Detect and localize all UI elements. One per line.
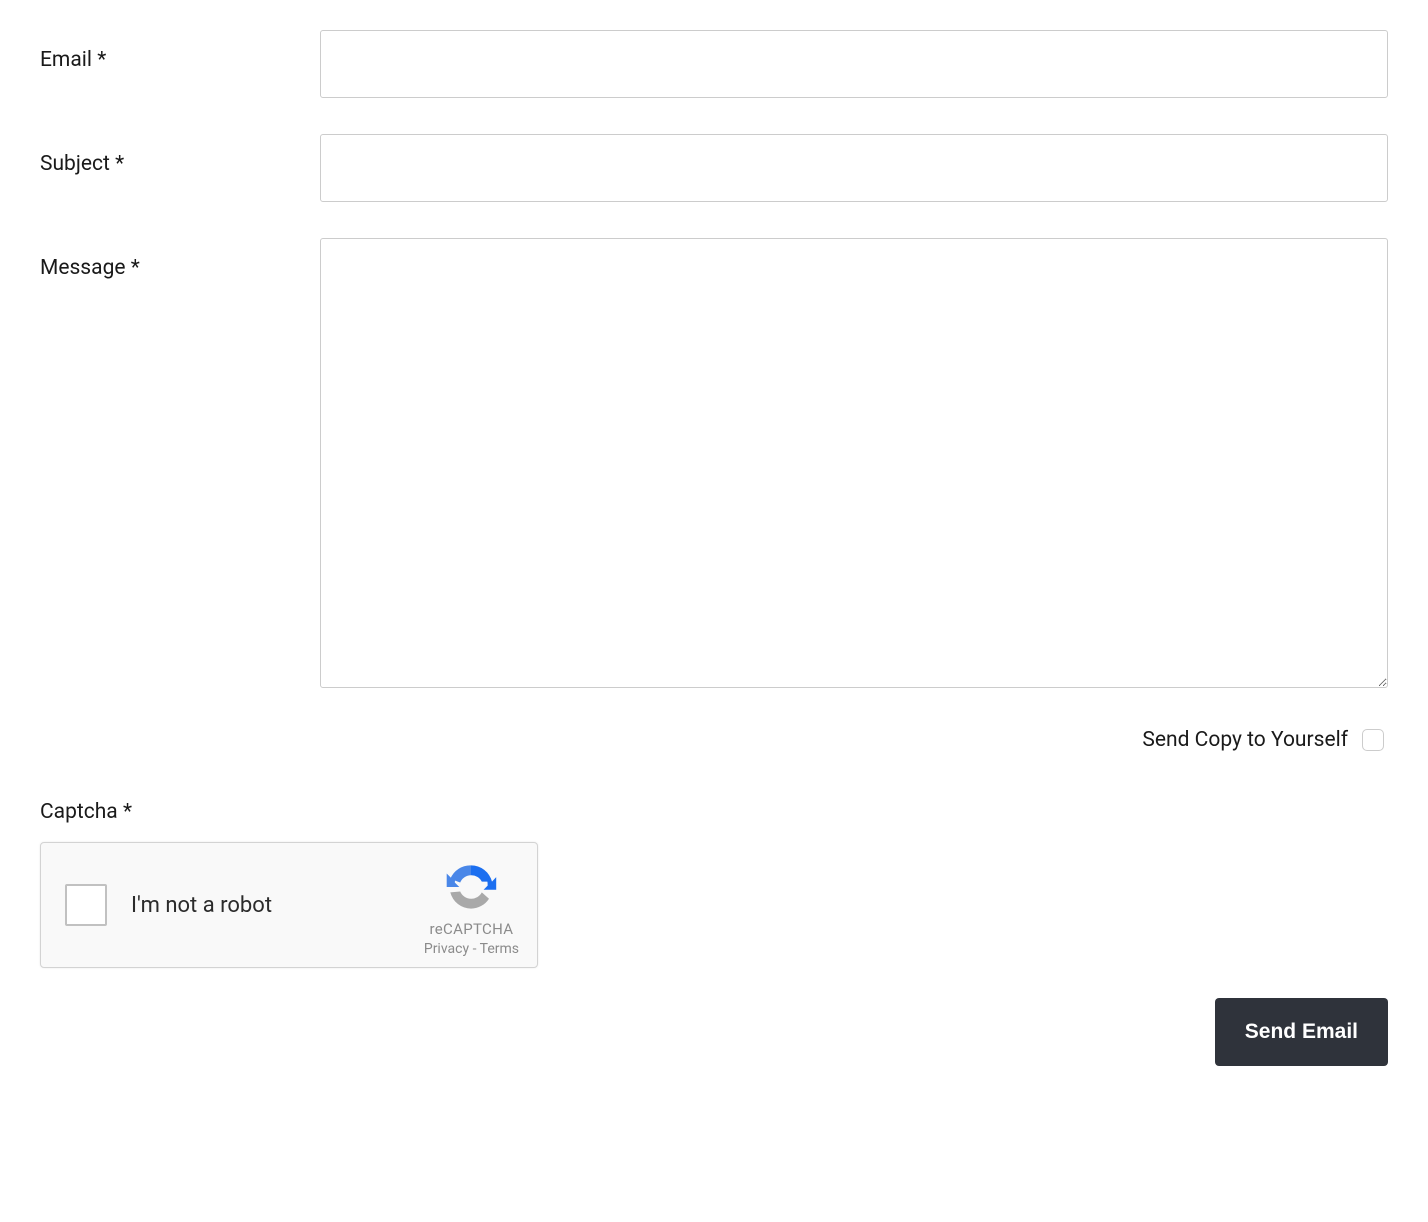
recaptcha-icon xyxy=(444,860,498,914)
subject-input[interactable] xyxy=(320,134,1388,202)
submit-row: Send Email xyxy=(40,998,1388,1066)
recaptcha-widget: I'm not a robot reCAPTCHA Privacy - Term… xyxy=(40,842,538,968)
message-input-wrap xyxy=(320,238,1388,692)
recaptcha-checkbox[interactable] xyxy=(65,884,107,926)
recaptcha-links: Privacy - Terms xyxy=(424,941,519,957)
send-email-button[interactable]: Send Email xyxy=(1215,998,1388,1066)
email-input[interactable] xyxy=(320,30,1388,98)
message-label: Message * xyxy=(40,238,320,280)
recaptcha-brand-text: reCAPTCHA xyxy=(430,920,514,938)
recaptcha-terms-link[interactable]: Terms xyxy=(480,941,519,957)
recaptcha-links-separator: - xyxy=(469,941,480,957)
message-row: Message * xyxy=(40,238,1388,692)
send-copy-checkbox[interactable] xyxy=(1362,729,1384,751)
email-row: Email * xyxy=(40,30,1388,98)
recaptcha-not-robot-text: I'm not a robot xyxy=(131,893,424,918)
subject-input-wrap xyxy=(320,134,1388,202)
subject-label: Subject * xyxy=(40,134,320,176)
captcha-section: Captcha * I'm not a robot reCAPTCHA Priv… xyxy=(40,800,1388,968)
send-copy-label: Send Copy to Yourself xyxy=(1142,728,1348,752)
email-input-wrap xyxy=(320,30,1388,98)
recaptcha-privacy-link[interactable]: Privacy xyxy=(424,941,469,957)
message-textarea[interactable] xyxy=(320,238,1388,688)
email-label: Email * xyxy=(40,30,320,72)
subject-row: Subject * xyxy=(40,134,1388,202)
send-copy-row: Send Copy to Yourself xyxy=(40,728,1388,752)
recaptcha-branding: reCAPTCHA Privacy - Terms xyxy=(424,854,519,957)
captcha-label: Captcha * xyxy=(40,800,1388,824)
